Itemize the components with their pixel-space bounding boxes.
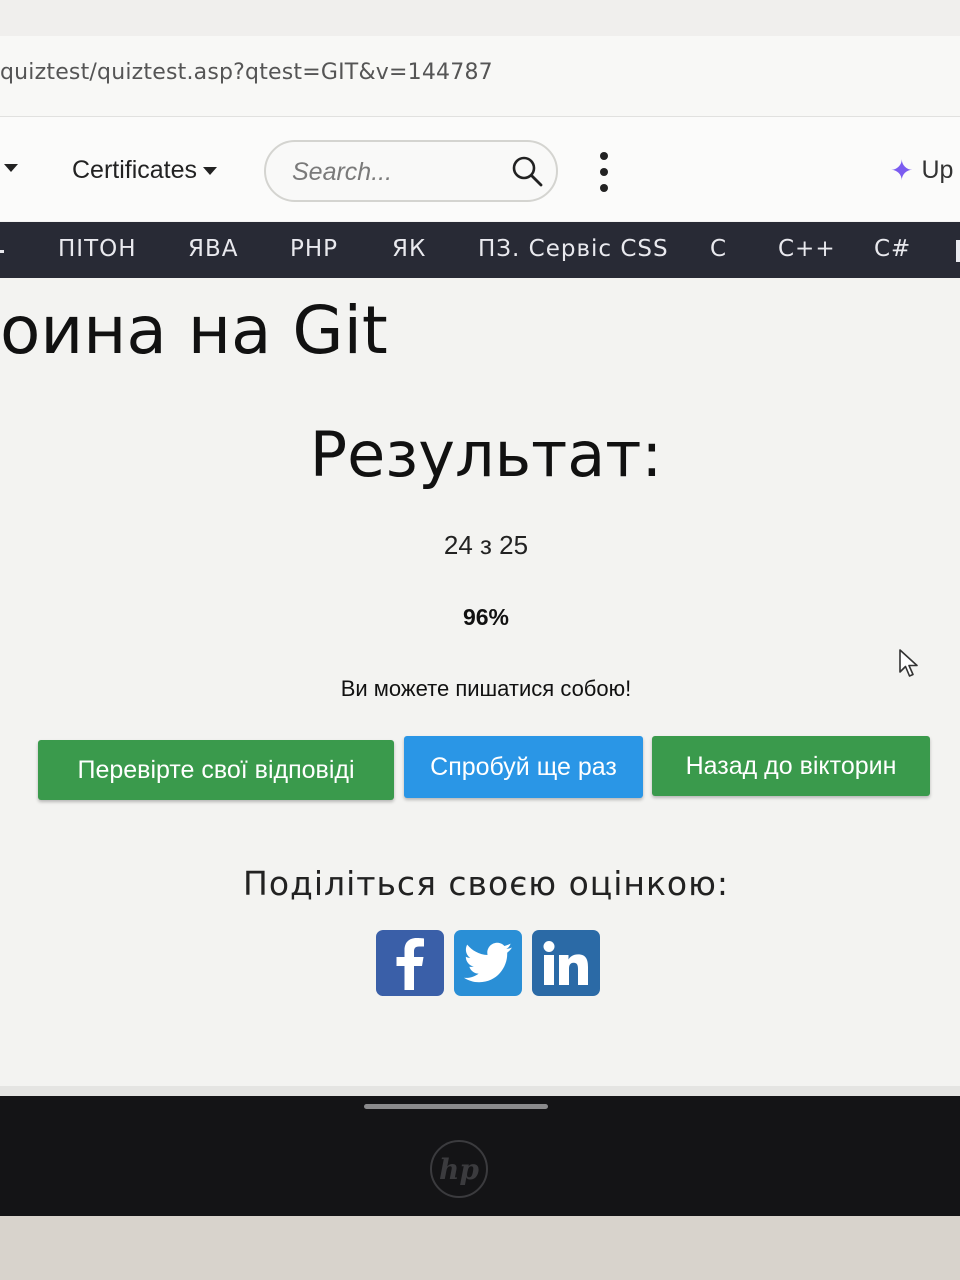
linkedin-icon (543, 941, 588, 985)
nav-edge-mark (0, 250, 4, 253)
result-heading: Результат: (309, 418, 663, 491)
share-heading: Поділіться своєю оцінкою: (243, 864, 729, 903)
kebab-menu-icon[interactable] (597, 152, 611, 192)
hp-logo: hp (430, 1140, 488, 1198)
nav-edge-mark (956, 240, 960, 262)
twitter-icon (463, 942, 512, 983)
linkedin-share-button[interactable] (532, 930, 600, 996)
nav-item-c[interactable]: C (710, 236, 727, 262)
page-title: оина на Git (0, 292, 388, 369)
mouse-cursor-icon (899, 649, 918, 677)
upgrade-label: Up (921, 156, 954, 184)
search-input[interactable] (290, 154, 504, 190)
nav-item-how[interactable]: ЯК (392, 236, 426, 262)
certificates-dropdown[interactable]: Certificates (72, 156, 218, 185)
nav-item-cpp[interactable]: C++ (778, 236, 836, 262)
facebook-icon (396, 938, 424, 990)
bezel-light-strip (364, 1104, 548, 1109)
nav-item-csharp[interactable]: C# (874, 236, 911, 262)
score-text: 24 з 25 (443, 530, 529, 560)
browser-tab-strip (0, 0, 960, 37)
score-percent: 96% (462, 604, 510, 630)
facebook-share-button[interactable] (376, 930, 444, 996)
chevron-down-icon[interactable] (4, 164, 18, 172)
upgrade-button[interactable]: ✦ Up (890, 156, 953, 185)
nav-item-python[interactable]: ПІТОН (58, 236, 137, 262)
twitter-share-button[interactable] (454, 930, 522, 996)
back-to-quizzes-button[interactable]: Назад до вікторин (652, 736, 930, 796)
search-icon[interactable] (510, 154, 544, 188)
check-answers-button[interactable]: Перевірте свої відповіді (38, 740, 394, 800)
address-bar-url[interactable]: quiztest/quiztest.asp?qtest=GIT&v=144787 (0, 60, 493, 85)
search-box[interactable] (264, 140, 558, 202)
screen-bottom-edge (0, 1086, 960, 1096)
nav-item-java[interactable]: ЯВА (188, 236, 239, 262)
result-message: Ви можете пишатися собою! (340, 676, 632, 701)
desk-surface (0, 1216, 960, 1280)
nav-item-php[interactable]: PHP (290, 236, 338, 262)
try-again-button[interactable]: Спробуй ще раз (404, 736, 643, 798)
sparkle-icon: ✦ (890, 154, 914, 186)
nav-item-css[interactable]: ПЗ. Сервіс CSS (478, 236, 669, 262)
chevron-down-icon (203, 166, 218, 175)
certificates-label: Certificates (72, 156, 198, 184)
